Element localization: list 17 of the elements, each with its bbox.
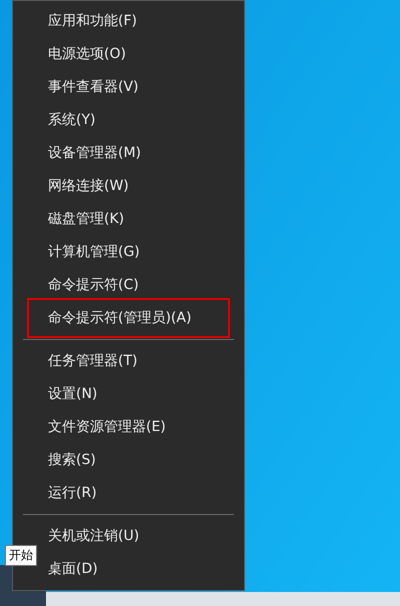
menu-item[interactable]: 电源选项(O) xyxy=(48,38,230,71)
menu-item[interactable]: 计算机管理(G) xyxy=(48,236,230,269)
menu-item[interactable]: 运行(R) xyxy=(48,477,230,510)
menu-item[interactable]: 文件资源管理器(E) xyxy=(48,411,230,444)
menu-item[interactable]: 系统(Y) xyxy=(48,104,230,137)
menu-item[interactable]: 任务管理器(T) xyxy=(48,345,230,378)
tooltip: 开始 xyxy=(5,545,37,566)
menu-item[interactable]: 关机或注销(U) xyxy=(48,520,230,553)
menu-item[interactable]: 应用和功能(F) xyxy=(48,5,230,38)
menu-item[interactable]: 命令提示符(管理员)(A) xyxy=(27,298,230,338)
menu-item[interactable]: 设备管理器(M) xyxy=(48,137,230,170)
menu-item[interactable]: 搜索(S) xyxy=(48,444,230,477)
menu-item[interactable]: 设置(N) xyxy=(48,378,230,411)
menu-item[interactable]: 网络连接(W) xyxy=(48,170,230,203)
menu-item[interactable]: 事件查看器(V) xyxy=(48,71,230,104)
menu-item[interactable]: 磁盘管理(K) xyxy=(48,203,230,236)
menu-item[interactable]: 桌面(D) xyxy=(48,553,230,586)
